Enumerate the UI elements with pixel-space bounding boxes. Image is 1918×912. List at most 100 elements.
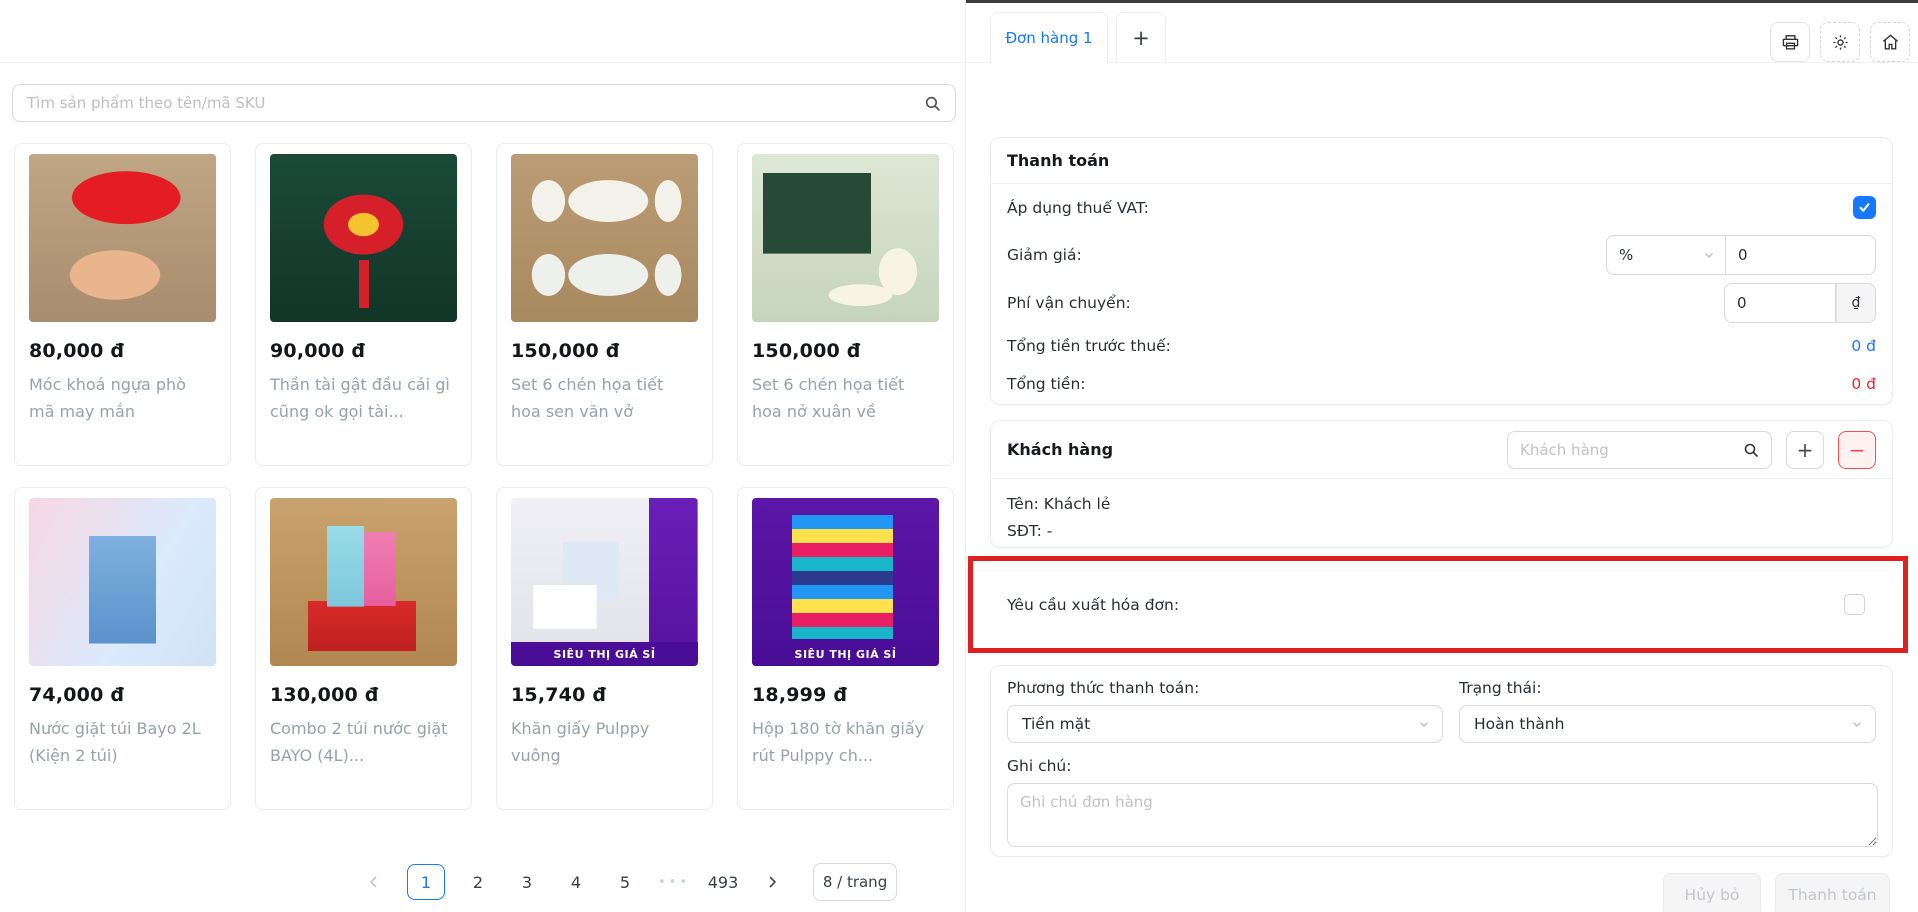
checkout-button[interactable]: Thanh toán [1775,873,1890,912]
gear-icon [1831,33,1850,52]
product-price: 18,999 đ [752,684,939,706]
payment-method-value: Tiền mặt [1022,715,1090,733]
pagination-page-4[interactable]: 4 [560,864,592,900]
product-image [29,498,216,666]
product-banner: SIÊU THỊ GIÁ SỈ [752,642,939,666]
discount-label: Giảm giá: [1007,246,1082,264]
pagination-prev-icon[interactable] [358,864,390,900]
pagination-page-1[interactable]: 1 [407,864,445,900]
product-card[interactable]: 150,000 đ Set 6 chén họa tiết hoa nở xuâ… [737,143,954,466]
product-price: 74,000 đ [29,684,216,706]
invoice-request-checkbox[interactable] [1844,594,1865,615]
product-image: SIÊU THỊ GIÁ SỈ [752,498,939,666]
customer-name: Tên: Khách lẻ [1007,491,1876,518]
product-search-input[interactable] [13,94,924,112]
product-name: Nước giặt túi Bayo 2L (Kiện 2 túi) [29,715,216,769]
customer-title: Khách hàng [1007,440,1113,459]
discount-input[interactable] [1726,235,1876,275]
add-customer-button[interactable]: + [1786,431,1824,469]
shipping-row: Phí vận chuyển: ₫ [991,279,1892,327]
print-button[interactable] [1770,22,1810,62]
window-top-edge [966,0,1918,3]
total-value: 0 đ [1851,375,1876,393]
product-name: Combo 2 túi nước giặt BAYO (4L)... [270,715,457,769]
page-size-select[interactable]: 8 / trang [813,863,897,901]
add-order-tab-button[interactable]: + [1116,12,1166,62]
pagination: 1 2 3 4 5 ••• 493 8 / trang [358,862,897,902]
product-price: 150,000 đ [752,340,939,362]
tab-order-1[interactable]: Đơn hàng 1 [990,12,1108,63]
home-icon [1881,33,1900,52]
payment-method-label: Phương thức thanh toán: [1007,679,1443,697]
vat-checkbox[interactable] [1853,196,1876,219]
product-card[interactable]: SIÊU THỊ GIÁ SỈ 15,740 đ Khăn giấy Pulpp… [496,487,713,810]
product-price: 150,000 đ [511,340,698,362]
payment-section: Thanh toán Áp dụng thuế VAT: Giảm giá: %… [990,137,1893,405]
minus-icon: − [1849,438,1866,462]
product-name: Set 6 chén họa tiết hoa nở xuân về [752,371,939,425]
pagination-page-5[interactable]: 5 [609,864,641,900]
customer-search-input[interactable] [1508,441,1743,459]
invoice-request-label: Yêu cầu xuất hóa đơn: [1007,596,1179,614]
status-value: Hoàn thành [1474,715,1564,733]
product-card[interactable]: SIÊU THỊ GIÁ SỈ 18,999 đ Hộp 180 tờ khăn… [737,487,954,810]
payment-section-header: Thanh toán [991,138,1892,184]
product-name: Thần tài gật đầu cái gì cũng ok gọi tài.… [270,371,457,425]
pagination-last-page[interactable]: 493 [707,864,739,900]
printer-icon [1781,33,1800,52]
annotation-highlight: Yêu cầu xuất hóa đơn: [968,556,1908,653]
status-select[interactable]: Hoàn thành [1459,705,1876,743]
order-note-textarea[interactable] [1007,783,1878,847]
chevron-down-icon [1703,249,1715,261]
discount-unit-value: % [1619,246,1633,264]
status-label: Trạng thái: [1459,679,1876,697]
pagination-page-3[interactable]: 3 [511,864,543,900]
currency-suffix: ₫ [1836,283,1876,323]
product-banner: SIÊU THỊ GIÁ SỈ [511,642,698,666]
cancel-button[interactable]: Hủy bỏ [1663,873,1761,912]
product-name: Set 6 chén họa tiết hoa sen văn vở [511,371,698,425]
pagination-next-icon[interactable] [756,864,788,900]
remove-customer-button[interactable]: − [1838,431,1876,469]
subtotal-row: Tổng tiền trước thuế: 0 đ [991,327,1892,365]
pagination-ellipsis[interactable]: ••• [658,864,690,900]
panel-divider [965,0,966,912]
check-icon [1858,201,1871,214]
product-name: Móc khoá ngựa phò mã may mắn [29,371,216,425]
product-name: Hộp 180 tờ khăn giấy rút Pulppy ch... [752,715,939,769]
subtotal-label: Tổng tiền trước thuế: [1007,337,1171,355]
product-price: 90,000 đ [270,340,457,362]
shipping-label: Phí vận chuyển: [1007,294,1131,312]
product-price: 80,000 đ [29,340,216,362]
search-icon[interactable] [1743,442,1759,458]
product-image [29,154,216,322]
note-label: Ghi chú: [1007,757,1876,775]
order-form-section: Phương thức thanh toán: Tiền mặt Trạng t… [990,665,1893,857]
customer-section: Khách hàng + − Tên: Khách lẻ SĐT: - [990,420,1893,548]
customer-info: Tên: Khách lẻ SĐT: - [991,479,1892,545]
product-card[interactable]: 74,000 đ Nước giặt túi Bayo 2L (Kiện 2 t… [14,487,231,810]
home-button[interactable] [1870,22,1910,62]
shipping-fee-input[interactable] [1724,283,1836,323]
pos-app: 80,000 đ Móc khoá ngựa phò mã may mắn 90… [0,0,1918,912]
product-card[interactable]: 80,000 đ Móc khoá ngựa phò mã may mắn [14,143,231,466]
payment-title: Thanh toán [1007,151,1109,170]
customer-search [1507,431,1772,469]
product-card[interactable]: 150,000 đ Set 6 chén họa tiết hoa sen vă… [496,143,713,466]
product-price: 15,740 đ [511,684,698,706]
pagination-page-2[interactable]: 2 [462,864,494,900]
product-image [270,154,457,322]
vat-label: Áp dụng thuế VAT: [1007,199,1149,217]
product-name: Khăn giấy Pulppy vuông [511,715,698,769]
payment-method-select[interactable]: Tiền mặt [1007,705,1443,743]
product-card[interactable]: 90,000 đ Thần tài gật đầu cái gì cũng ok… [255,143,472,466]
search-icon[interactable] [924,95,941,112]
product-card[interactable]: 130,000 đ Combo 2 túi nước giặt BAYO (4L… [255,487,472,810]
product-image [752,154,939,322]
product-grid: 80,000 đ Móc khoá ngựa phò mã may mắn 90… [14,143,954,810]
settings-button[interactable] [1820,22,1860,62]
chevron-down-icon [1418,718,1430,730]
discount-unit-select[interactable]: % [1606,235,1726,275]
discount-row: Giảm giá: % [991,231,1892,279]
total-row: Tổng tiền: 0 đ [991,365,1892,403]
